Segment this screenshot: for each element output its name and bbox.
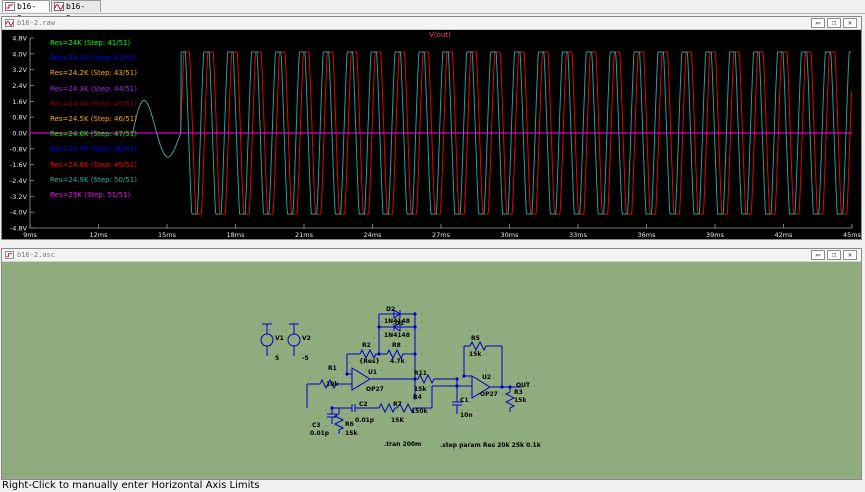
legend-entry: Res=25K (Step: 51/51) (50, 191, 131, 199)
label-r2-value: {Res} (359, 358, 380, 365)
label-r2: R2 (362, 342, 371, 349)
schematic-canvas[interactable]: D2 1N4148 D1 1N4148 R2 {Res} R8 4.7k V1 … (2, 262, 861, 479)
label-r11: R11 (414, 370, 427, 377)
chart-title: V(out) (429, 31, 451, 39)
x-tick-label: 18ms (227, 231, 246, 239)
document-tab-bar: b16-2.asc b16-2.raw (0, 0, 865, 23)
label-r7: R7 (393, 401, 402, 408)
schematic-icon (5, 251, 14, 259)
legend-entry: Res=24.4K (Step: 45/51) (50, 99, 137, 108)
label-r5: R5 (471, 335, 480, 342)
label-c1: C1 (460, 397, 469, 404)
status-bar: Right-Click to manually enter Horizontal… (0, 480, 865, 492)
label-out: OUT (516, 382, 531, 389)
x-tick-label: 42ms (775, 231, 794, 239)
waveform-icon (5, 19, 14, 27)
tab-waveform[interactable]: b16-2.raw (51, 0, 101, 23)
step-directive[interactable]: .step param Res 20k 25k 0.1k (440, 442, 541, 449)
x-tick-label: 27ms (432, 231, 451, 239)
label-r8: R8 (392, 342, 401, 349)
legend-entry: Res=24.9K (Step: 50/51) (50, 175, 137, 184)
y-tick-label: 3.2V (12, 66, 27, 74)
y-tick-label: -2.4V (10, 177, 28, 185)
waveform-window-titlebar[interactable]: b16-2.raw ▭ ❐ ✕ (2, 17, 861, 30)
y-tick-label: 4.0V (12, 50, 27, 58)
x-tick-label: 30ms (501, 231, 520, 239)
label-r4-value: 150k (411, 408, 428, 415)
x-tick-label: 33ms (569, 231, 588, 239)
restore-button[interactable]: ❐ (827, 250, 841, 260)
x-tick-label: 9ms (23, 231, 37, 239)
y-tick-label: 2.4V (12, 82, 27, 90)
legend-entry: Res=24.8K (Step: 49/51) (50, 160, 137, 169)
label-r6-value: 15k (345, 430, 358, 437)
label-d1: D1 (395, 320, 405, 327)
y-tick-label: -3.2V (10, 193, 28, 201)
label-c3-value: 0.01p (310, 430, 330, 437)
label-r3-value: 15k (514, 397, 527, 404)
y-tick-label: 1.6V (12, 98, 27, 106)
schematic-wires[interactable] (2, 262, 861, 479)
label-r5-value: 15k (469, 351, 482, 358)
legend-entry: Res=24.5K (Step: 46/51) (50, 115, 137, 123)
x-tick-label: 15ms (158, 231, 177, 239)
legend-entry: Res=24.3K (Step: 44/51) (50, 84, 137, 93)
window-title: b16-2.raw (17, 19, 55, 27)
y-tick-label: -1.6V (10, 161, 28, 169)
label-c2-value: 0.01p (355, 417, 375, 424)
label-c2: C2 (359, 401, 368, 408)
label-r6: R6 (345, 421, 354, 428)
x-tick-label: 36ms (638, 231, 657, 239)
schematic-icon (5, 2, 15, 11)
minimize-button[interactable]: ▭ (811, 250, 825, 260)
tab-schematic[interactable]: b16-2.asc (2, 0, 50, 23)
close-button[interactable]: ✕ (843, 250, 857, 260)
label-c3: C3 (312, 422, 321, 429)
legend-entry: Res=24.7K (Step: 48/51) (50, 145, 137, 154)
schematic-window-titlebar[interactable]: b16-2.asc ▭ ❐ ✕ (2, 249, 861, 262)
x-tick-label: 12ms (90, 231, 109, 239)
label-v1: V1 (275, 335, 284, 342)
waveform-window: b16-2.raw ▭ ❐ ✕ 4.8V 4.0V 3.2V 2.4V 1.6V 0.8V 0.… (1, 16, 862, 240)
legend-entry: Res=24.2K (Step: 43/51) (50, 69, 137, 78)
label-u2: U2 (482, 374, 492, 381)
label-r7-value: 15K (391, 417, 404, 424)
x-tick-label: 21ms (295, 231, 314, 239)
label-r11-value: 15k (414, 386, 427, 393)
y-tick-label: 0.8V (12, 114, 27, 122)
y-tick-label: 0.0V (12, 130, 27, 138)
window-title: b16-2.asc (17, 251, 55, 259)
y-tick-label: -0.8V (10, 145, 28, 153)
label-v2: V2 (302, 335, 311, 342)
tran-directive[interactable]: .tran 200m (384, 441, 421, 448)
y-tick-label: 4.8V (12, 35, 27, 43)
minimize-button[interactable]: ▭ (811, 18, 825, 28)
label-d2: D2 (386, 306, 396, 313)
label-d1-model: 1N4148 (384, 332, 410, 339)
label-v1-value: 5 (275, 355, 280, 362)
close-button[interactable]: ✕ (843, 18, 857, 28)
label-r1-value: 10k (326, 381, 339, 388)
label-r3: R3 (514, 389, 523, 396)
label-r4: R4 (413, 394, 422, 401)
y-tick-label: -4.0V (10, 209, 28, 217)
x-tick-label: 45ms (843, 231, 861, 239)
x-tick-label: 24ms (364, 231, 383, 239)
label-u2-model: OP27 (480, 391, 498, 398)
legend-entry: Res=24K (Step: 41/51) (50, 39, 131, 47)
restore-button[interactable]: ❐ (827, 18, 841, 28)
legend-entry: Res=24.6K (Step: 47/51) (50, 130, 137, 139)
waveform-plot-pane[interactable]: 4.8V 4.0V 3.2V 2.4V 1.6V 0.8V 0.0V -0.8V -1.6V -2… (2, 30, 862, 239)
label-r8-value: 4.7k (390, 358, 405, 365)
label-r1: R1 (328, 365, 337, 372)
label-c1-value: 10n (460, 412, 473, 419)
waveform-icon (54, 2, 64, 11)
x-tick-label: 39ms (706, 231, 725, 239)
schematic-window: b16-2.asc ▭ ❐ ✕ D2 1N4148 D1 1N4148 R2 {… (1, 248, 862, 480)
legend-entry: Res=24.1K (Step: 42/51) (50, 54, 137, 63)
label-u1-model: OP27 (366, 386, 384, 393)
label-u1: U1 (368, 369, 378, 376)
label-v2-value: -5 (302, 355, 309, 362)
